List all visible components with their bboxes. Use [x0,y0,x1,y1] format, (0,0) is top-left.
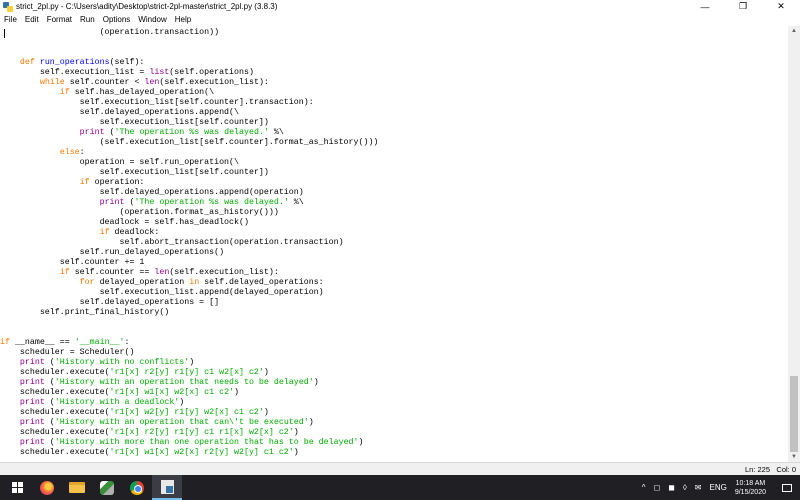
app-icon [100,480,114,495]
menu-options[interactable]: Options [103,15,131,24]
menu-window[interactable]: Window [138,15,166,24]
code-line: deadlock = self.has_deadlock() [0,218,249,227]
firefox-icon [40,480,54,495]
tray-overflow-icon[interactable]: ^ [642,483,646,492]
code-line: (operation.format_as_history())) [0,208,279,217]
code-line: self.abort_transaction(operation.transac… [0,238,344,247]
clock-time: 10:18 AM [735,479,766,487]
line-number: Ln: 225 [744,465,770,474]
code-line: print ('The operation %s was delayed.' %… [79,128,284,137]
python-icon [3,1,13,12]
code-line: print ('History with an operation that c… [19,418,314,427]
tray-language[interactable]: ENG [710,483,727,492]
tray-mail-icon[interactable]: ✉ [695,483,702,492]
code-line: self.execution_list.append(delayed_opera… [0,288,324,297]
window-controls: — ❐ ✕ [686,0,800,13]
code-line: for delayed_operation in self.delayed_op… [79,278,324,287]
chrome-icon [130,480,144,495]
code-line: operation = self.run_operation(\ [0,158,239,167]
taskbar-chrome[interactable] [122,475,152,500]
menu-file[interactable]: File [4,15,17,24]
system-tray: ^ ◻ ◼ ◊ ✉ ENG 10:18 AM 9/15/2020 [642,475,800,500]
code-line: self.counter += 1 [0,258,145,267]
vertical-scrollbar[interactable]: ▲ ▼ [788,26,800,462]
code-line: print ('The operation %s was delayed.' %… [99,198,304,207]
code-line: print ('History with no conflicts') [19,358,195,367]
taskbar-app[interactable] [92,475,122,500]
minimize-button[interactable]: — [686,0,724,13]
taskbar: ^ ◻ ◼ ◊ ✉ ENG 10:18 AM 9/15/2020 [0,475,800,500]
scrollbar-thumb[interactable] [790,376,798,452]
taskbar-file-explorer[interactable] [62,475,92,500]
notifications-icon[interactable] [782,483,792,492]
window-title: strict_2pl.py - C:\Users\adity\Desktop\s… [16,2,278,11]
code-line: self.print_final_history() [0,308,170,317]
code-line: def run_operations(self): [19,58,145,67]
tray-battery-icon[interactable]: ◼ [668,483,675,492]
folder-icon [69,482,85,493]
code-line: self.execution_list = list(self.operatio… [0,68,254,77]
code-editor[interactable]: (operation.transaction)) def run_operati… [0,26,788,462]
code-line: if self.counter == len(self.execution_li… [59,268,279,277]
code-line: self.execution_list[self.counter]) [0,168,269,177]
code-line: scheduler.execute('r1[x] w2[y] r1[y] w2[… [0,408,269,417]
code-line: if deadlock: [99,228,160,237]
title-bar: strict_2pl.py - C:\Users\adity\Desktop\s… [0,0,800,13]
tray-volume-icon[interactable]: ◊ [683,483,687,492]
clock[interactable]: 10:18 AM 9/15/2020 [735,479,766,497]
start-button[interactable] [2,475,32,500]
code-line: scheduler.execute('r1[x] w1[x] w2[x] r2[… [0,448,299,457]
menu-bar: File Edit Format Run Options Window Help [0,13,800,26]
code-line: self.delayed_operations.append(operation… [0,188,304,197]
code-line: (self.execution_list[self.counter].forma… [0,138,379,147]
taskbar-idle[interactable] [152,475,182,500]
code-line: self.delayed_operations = [] [0,298,220,307]
code-line: self.delayed_operations.append(\ [0,108,239,117]
code-line: self.execution_list[self.counter].transa… [0,98,314,107]
menu-run[interactable]: Run [80,15,95,24]
code-line: print ('History with a deadlock') [19,398,185,407]
code-line: if operation: [79,178,145,187]
code-line: scheduler.execute('r1[x] r2[y] r1[y] c1 … [0,428,299,437]
status-bar: Ln: 225 Col: 0 [0,462,800,475]
scroll-down-icon[interactable]: ▼ [788,452,800,462]
code-line: if self.has_delayed_operation(\ [59,88,215,97]
code-line: print ('History with an operation that n… [19,378,319,387]
menu-format[interactable]: Format [47,15,72,24]
maximize-button[interactable]: ❐ [724,0,762,13]
code-text: (operation.transaction)) def run_operati… [0,26,788,458]
code-line: print ('History with more than one opera… [19,438,364,447]
text-cursor [4,29,5,38]
column-number: Col: 0 [776,465,796,474]
scroll-up-icon[interactable]: ▲ [788,26,800,36]
code-line: (operation.transaction)) [0,28,220,37]
code-line: scheduler.execute('r1[x] r2[y] r1[y] c1 … [0,368,269,377]
code-line: if __name__ == '__main__': [0,338,130,347]
tray-network-icon[interactable]: ◻ [654,483,661,492]
menu-edit[interactable]: Edit [25,15,39,24]
code-line: scheduler.execute('r1[x] w1[x] w2[x] c1 … [0,388,240,397]
close-button[interactable]: ✕ [762,0,800,13]
code-line: scheduler = Scheduler() [0,348,135,357]
windows-logo-icon [11,482,23,493]
code-line: self.run_delayed_operations() [0,248,225,257]
menu-help[interactable]: Help [175,15,191,24]
code-line: else: [59,148,85,157]
code-line: self.execution_list[self.counter]) [0,118,269,127]
taskbar-firefox[interactable] [32,475,62,500]
idle-icon [160,479,174,494]
clock-date: 9/15/2020 [734,488,766,496]
code-line: while self.counter < len(self.execution_… [39,78,269,87]
